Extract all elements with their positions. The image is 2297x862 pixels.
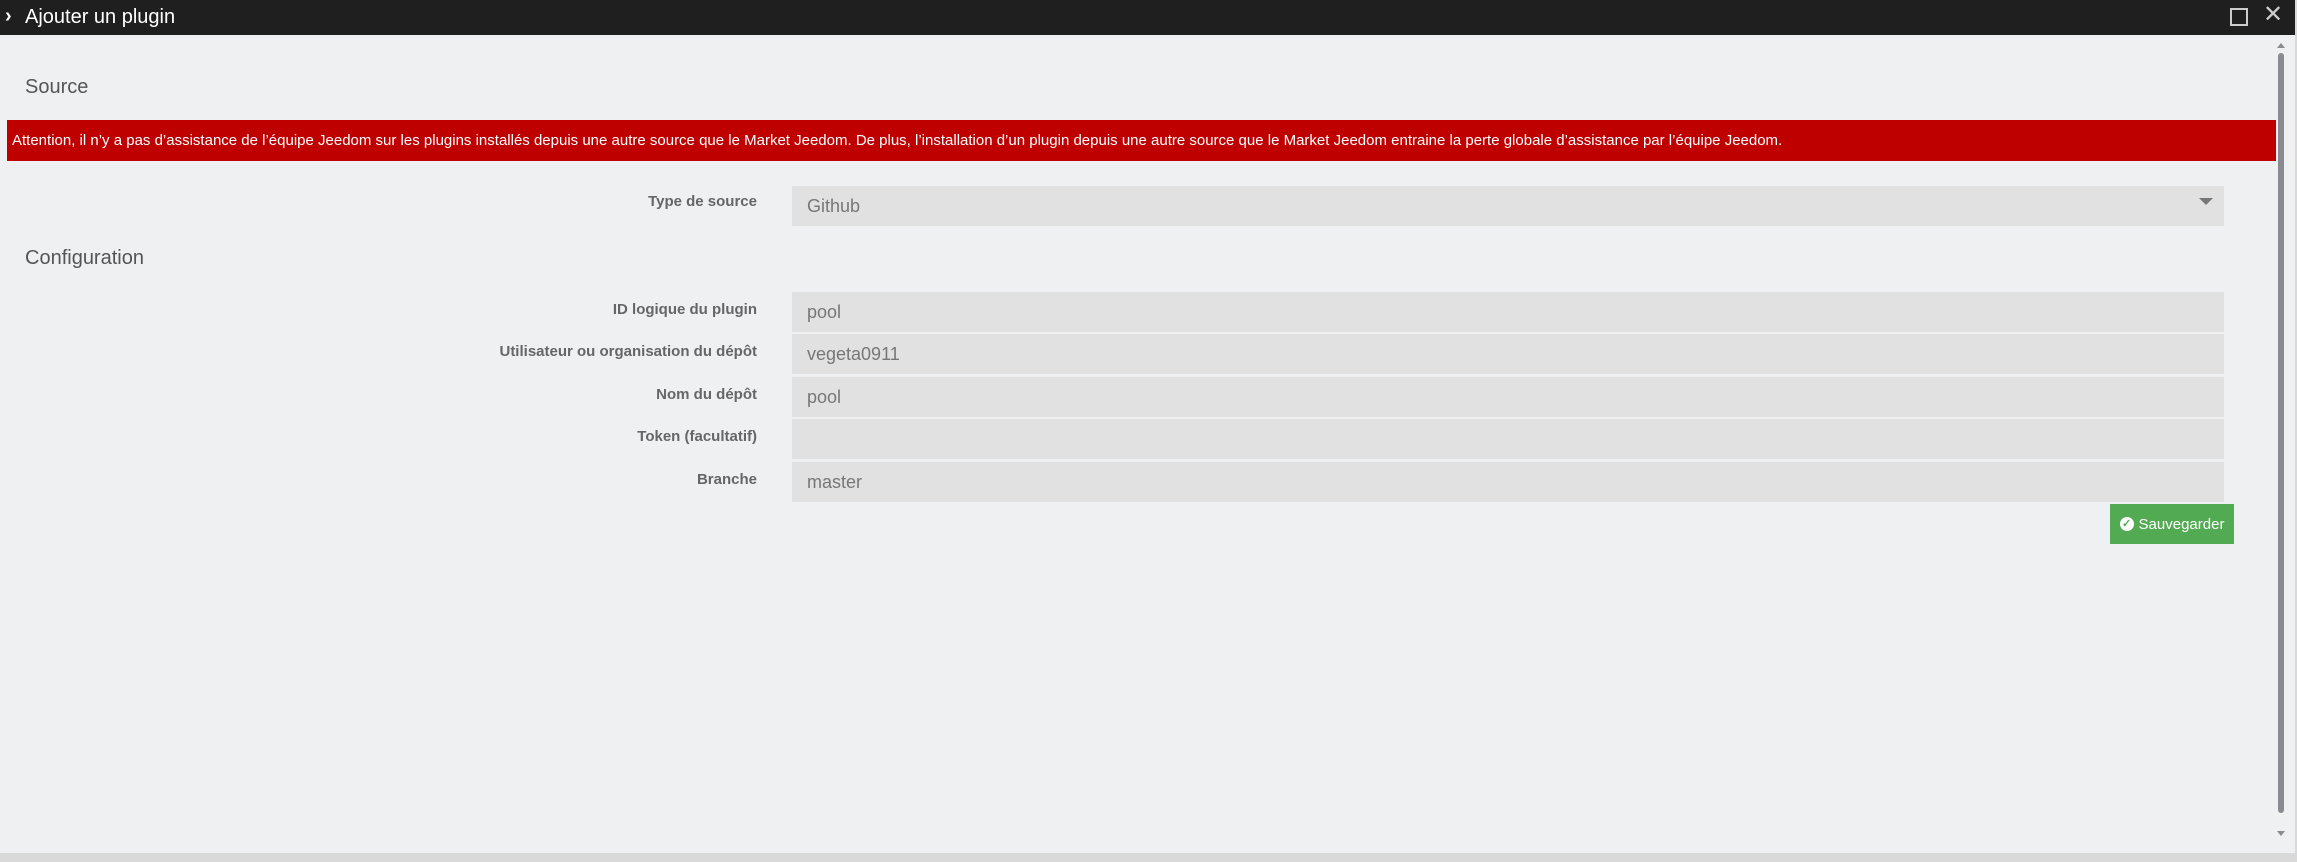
plugin-id-label: ID logique du plugin <box>612 301 757 318</box>
chevron-right-icon: › <box>5 5 12 27</box>
save-button[interactable]: ✓ Sauvegarder <box>2110 504 2234 544</box>
plugin-id-input[interactable] <box>792 292 2224 332</box>
source-heading: Source <box>25 76 89 98</box>
scrollbar[interactable] <box>2278 53 2284 813</box>
branch-input[interactable] <box>792 462 2224 502</box>
dialog-title: Ajouter un plugin <box>25 6 176 28</box>
token-label: Token (facultatif) <box>637 428 757 445</box>
chevron-down-icon <box>2199 198 2213 205</box>
warning-alert: Attention, il n’y a pas d’assistance de … <box>7 120 2276 161</box>
branch-label: Branche <box>696 471 757 488</box>
dialog-titlebar: › Ajouter un plugin ✕ <box>0 0 2295 35</box>
close-icon[interactable]: ✕ <box>2262 3 2284 27</box>
token-input[interactable] <box>792 419 2224 459</box>
maximize-icon[interactable] <box>2230 8 2248 26</box>
source-type-label: Type de source <box>648 193 757 210</box>
configuration-heading: Configuration <box>25 247 144 269</box>
repo-name-label: Nom du dépôt <box>656 386 757 403</box>
scroll-up-icon[interactable] <box>2277 43 2285 48</box>
save-button-label: Sauvegarder <box>2138 515 2225 533</box>
repo-user-label: Utilisateur ou organisation du dépôt <box>499 343 757 360</box>
check-circle-icon: ✓ <box>2119 517 2134 531</box>
repo-user-input[interactable] <box>792 334 2224 374</box>
source-type-select[interactable] <box>792 186 2224 226</box>
add-plugin-dialog: › Ajouter un plugin ✕ Source Attention, … <box>0 0 2295 853</box>
repo-name-input[interactable] <box>792 377 2224 417</box>
scroll-down-icon[interactable] <box>2277 831 2285 836</box>
